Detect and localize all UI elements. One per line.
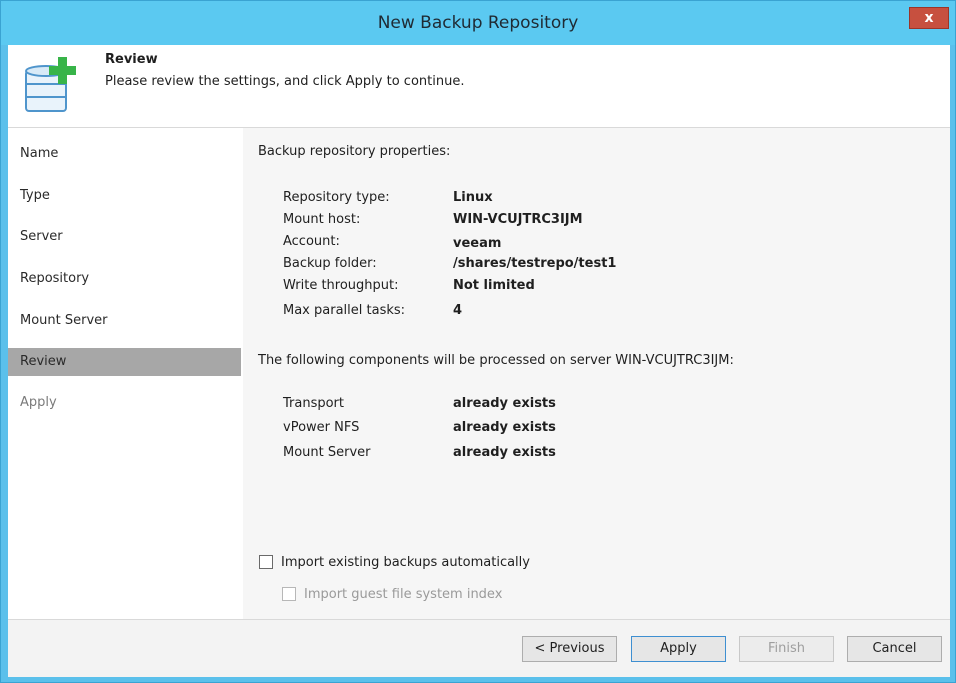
component-status: already exists (453, 420, 556, 435)
apply-button[interactable]: Apply (631, 636, 726, 662)
page-title: Review (105, 52, 158, 67)
import-index-checkbox-row: Import guest file system index (282, 585, 502, 603)
close-button[interactable]: x (909, 7, 949, 29)
import-index-label: Import guest file system index (304, 586, 503, 602)
finish-button: Finish (739, 636, 834, 662)
property-label: Max parallel tasks: (283, 303, 406, 318)
sidebar-item-server[interactable]: Server (8, 223, 241, 251)
import-backups-label[interactable]: Import existing backups automatically (281, 555, 530, 570)
wizard-header: Review Please review the settings, and c… (8, 45, 950, 127)
sidebar-item-repository[interactable]: Repository (8, 265, 241, 293)
title-bar[interactable]: New Backup Repository x (1, 1, 955, 45)
previous-button[interactable]: < Previous (522, 636, 617, 662)
properties-heading: Backup repository properties: (258, 144, 451, 159)
component-status: already exists (453, 396, 556, 411)
import-index-checkbox (282, 587, 296, 601)
page-subtitle: Please review the settings, and click Ap… (105, 74, 465, 89)
component-label: Mount Server (283, 445, 371, 460)
database-add-icon (25, 57, 76, 112)
property-value: 4 (453, 303, 463, 318)
wizard-body: Name Type Server Repository Mount Server… (8, 127, 950, 620)
property-label: Write throughput: (283, 278, 399, 293)
import-backups-checkbox[interactable] (259, 555, 273, 569)
component-label: vPower NFS (283, 420, 360, 435)
property-label: Mount host: (283, 212, 361, 227)
sidebar-item-review[interactable]: Review (8, 348, 241, 376)
sidebar-item-mount-server[interactable]: Mount Server (8, 307, 241, 335)
dialog-window: New Backup Repository x Review Please re… (0, 0, 956, 683)
close-icon: x (924, 10, 934, 26)
property-value: Not limited (453, 278, 535, 293)
component-label: Transport (283, 396, 345, 411)
property-value: /shares/testrepo/test1 (453, 256, 617, 271)
property-value: WIN-VCUJTRC3IJM (453, 212, 583, 227)
property-label: Backup folder: (283, 256, 377, 271)
sidebar-item-name[interactable]: Name (8, 140, 241, 168)
window-title: New Backup Repository (377, 13, 579, 33)
component-status: already exists (453, 445, 556, 460)
property-value: veeam (453, 236, 502, 251)
import-backups-checkbox-row[interactable]: Import existing backups automatically (259, 553, 530, 571)
components-heading: The following components will be process… (258, 353, 734, 368)
review-panel: Backup repository properties: Repository… (243, 128, 950, 620)
property-label: Account: (283, 234, 340, 249)
sidebar-item-type[interactable]: Type (8, 182, 241, 210)
property-label: Repository type: (283, 190, 390, 205)
cancel-button[interactable]: Cancel (847, 636, 942, 662)
wizard-footer: < Previous Apply Finish Cancel (8, 619, 950, 677)
property-value: Linux (453, 190, 493, 205)
sidebar-item-apply: Apply (20, 395, 57, 410)
wizard-steps: Name Type Server Repository Mount Server… (8, 128, 243, 620)
